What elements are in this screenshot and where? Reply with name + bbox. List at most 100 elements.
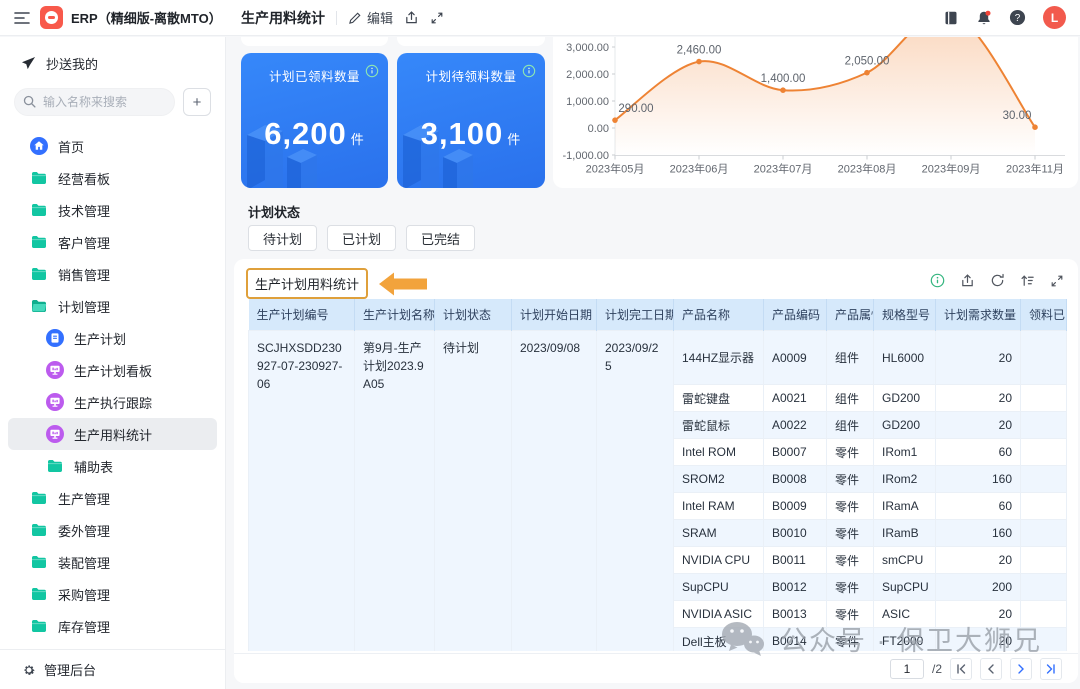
help-icon[interactable]: ?: [1009, 9, 1026, 26]
product-name-cell: 雷蛇键盘: [674, 385, 764, 412]
page-input[interactable]: 1: [890, 659, 924, 679]
product-name-cell: Dell主板: [674, 628, 764, 652]
sidebar-item-委外管理[interactable]: 委外管理: [8, 514, 217, 546]
collapse-sidebar-icon[interactable]: [14, 11, 30, 25]
issued-qty-cell: [1021, 574, 1067, 601]
folder-icon: [30, 233, 48, 251]
plan-name-cell: 第9月-生产计划2023.9A05: [355, 331, 435, 652]
product-code-cell: B0007: [764, 439, 827, 466]
admin-backend-item[interactable]: 管理后台: [0, 649, 225, 689]
sidebar-item-首页[interactable]: 首页: [8, 130, 217, 162]
board-icon: [46, 361, 64, 379]
sidebar-item-生产计划[interactable]: 生产计划: [8, 322, 217, 354]
spec-model-cell: HL6000: [874, 331, 936, 385]
sidebar-item-库存管理[interactable]: 库存管理: [8, 610, 217, 642]
sidebar-item-经营看板[interactable]: 经营看板: [8, 162, 217, 194]
product-code-cell: B0008: [764, 466, 827, 493]
table-scroll-area[interactable]: 生产计划编号生产计划名称计划状态计划开始日期计划完工日期产品名称产品编码产品属性…: [248, 299, 1068, 651]
sidebar-item-生产管理[interactable]: 生产管理: [8, 482, 217, 514]
sidebar-item-生产计划看板[interactable]: 生产计划看板: [8, 354, 217, 386]
svg-text:2023年11月: 2023年11月: [1006, 162, 1064, 176]
next-page-button[interactable]: [1010, 658, 1032, 680]
notification-bell-icon[interactable]: [976, 10, 992, 26]
cc-to-me-item[interactable]: 抄送我的: [21, 54, 225, 73]
issued-qty-cell: [1021, 520, 1067, 547]
add-button[interactable]: +: [183, 88, 211, 116]
svg-text:2,000.00: 2,000.00: [566, 69, 609, 81]
info-icon[interactable]: [522, 64, 536, 83]
export-icon[interactable]: [960, 273, 975, 288]
sidebar-item-装配管理[interactable]: 装配管理: [8, 546, 217, 578]
required-qty-cell: 160: [936, 466, 1021, 493]
table-row: SCJHXSDD230927-07-230927-06第9月-生产计划2023.…: [249, 331, 1067, 385]
spec-model-cell: IRom2: [874, 466, 936, 493]
product-attr-cell: 组件: [827, 331, 874, 385]
edit-button[interactable]: 编辑: [348, 8, 393, 27]
prev-page-button[interactable]: [980, 658, 1002, 680]
required-qty-cell: 20: [936, 385, 1021, 412]
sidebar-item-生产用料统计[interactable]: 生产用料统计: [8, 418, 217, 450]
fullscreen-icon[interactable]: [430, 11, 444, 25]
info-icon[interactable]: [365, 64, 379, 83]
spec-model-cell: GD200: [874, 412, 936, 439]
sidebar-item-label: 委外管理: [58, 521, 110, 540]
topbar-center: 生产用料统计 编辑: [241, 8, 444, 28]
product-attr-cell: 组件: [827, 385, 874, 412]
spec-model-cell: smCPU: [874, 547, 936, 574]
column-header: 领料已: [1021, 299, 1067, 331]
sort-settings-icon[interactable]: [1020, 273, 1035, 288]
sidebar-item-财务管理[interactable]: 财务管理: [8, 642, 217, 649]
product-code-cell: B0009: [764, 493, 827, 520]
spec-model-cell: IRamA: [874, 493, 936, 520]
sidebar-item-label: 经营看板: [58, 169, 110, 188]
manual-book-icon[interactable]: [943, 10, 959, 26]
sidebar-item-技术管理[interactable]: 技术管理: [8, 194, 217, 226]
share-export-icon[interactable]: [404, 10, 419, 25]
refresh-icon[interactable]: [990, 273, 1005, 288]
sidebar-item-辅助表[interactable]: 辅助表: [8, 450, 217, 482]
filter-button-已计划[interactable]: 已计划: [327, 225, 396, 251]
svg-text:30.00: 30.00: [1003, 110, 1032, 122]
sidebar-item-label: 装配管理: [58, 553, 110, 572]
page-total: /2: [932, 662, 942, 676]
pencil-icon: [348, 11, 362, 25]
scrolled-card-stub: [241, 37, 388, 46]
annotation-arrow-icon: [378, 271, 428, 297]
avatar[interactable]: L: [1043, 6, 1066, 29]
sidebar-item-销售管理[interactable]: 销售管理: [8, 258, 217, 290]
spec-model-cell: IRamB: [874, 520, 936, 547]
stat-value: 6,200件: [241, 116, 388, 152]
first-page-button[interactable]: [950, 658, 972, 680]
sidebar-item-label: 生产计划看板: [74, 361, 152, 380]
product-name-cell: 144HZ显示器: [674, 331, 764, 385]
sidebar-item-采购管理[interactable]: 采购管理: [8, 578, 217, 610]
sidebar: 抄送我的 + 首页经营看板技术管理客户管理销售管理计划管理生产计划生产计划看板生…: [0, 37, 226, 689]
sidebar-item-生产执行跟踪[interactable]: 生产执行跟踪: [8, 386, 217, 418]
sidebar-item-计划管理[interactable]: 计划管理: [8, 290, 217, 322]
last-page-button[interactable]: [1040, 658, 1062, 680]
product-code-cell: B0014: [764, 628, 827, 652]
filter-button-待计划[interactable]: 待计划: [248, 225, 317, 251]
expand-icon[interactable]: [1050, 274, 1064, 288]
sidebar-item-label: 生产执行跟踪: [74, 393, 152, 412]
search-input[interactable]: [14, 88, 175, 116]
home-icon: [30, 137, 48, 155]
stat-value: 3,100件: [397, 116, 545, 152]
product-name-cell: NVIDIA CPU: [674, 547, 764, 574]
issued-qty-cell: [1021, 331, 1067, 385]
filter-button-已完结[interactable]: 已完结: [406, 225, 475, 251]
svg-text:0.00: 0.00: [588, 123, 609, 135]
column-header: 产品名称: [674, 299, 764, 331]
issued-qty-cell: [1021, 601, 1067, 628]
plan-end-date-cell: 2023/09/25: [597, 331, 674, 652]
divider: [336, 11, 337, 25]
svg-text:2,460.00: 2,460.00: [677, 45, 722, 57]
table-title-highlight: 生产计划用料统计: [246, 268, 368, 299]
svg-text:2023年05月: 2023年05月: [586, 162, 645, 176]
folder-icon: [30, 169, 48, 187]
board-icon: [46, 393, 64, 411]
info-icon[interactable]: [930, 273, 945, 288]
sidebar-item-客户管理[interactable]: 客户管理: [8, 226, 217, 258]
spec-model-cell: IRom1: [874, 439, 936, 466]
svg-text:2023年08月: 2023年08月: [838, 162, 897, 176]
